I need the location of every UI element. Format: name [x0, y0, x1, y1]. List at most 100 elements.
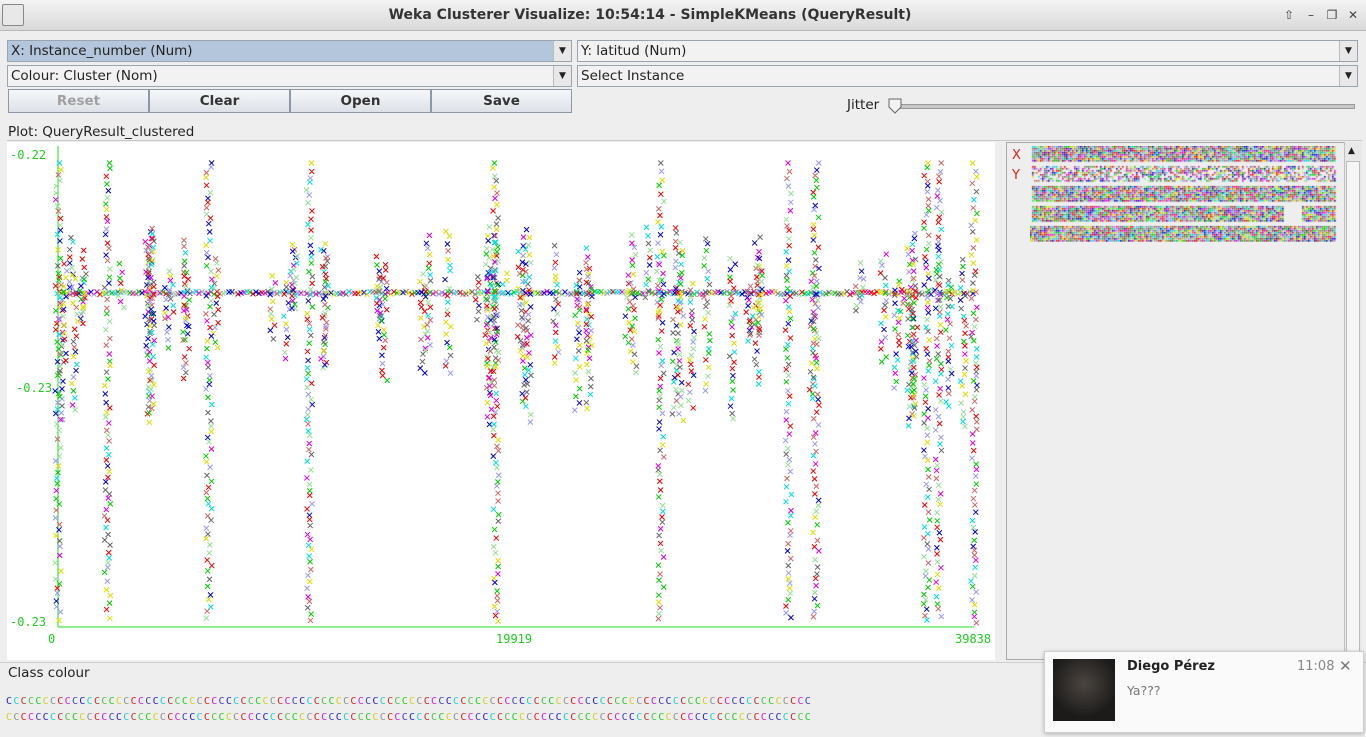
class-colour-swatch[interactable]: C: [197, 696, 204, 707]
class-colour-swatch[interactable]: C: [446, 696, 453, 707]
class-colour-swatch[interactable]: C: [394, 696, 401, 707]
class-colour-swatch[interactable]: C: [284, 712, 291, 723]
class-colour-swatch[interactable]: C: [424, 712, 431, 723]
class-colour-swatch[interactable]: C: [680, 696, 687, 707]
clear-button[interactable]: Clear: [149, 89, 290, 113]
chevron-down-icon[interactable]: ▼: [1339, 41, 1357, 61]
chevron-down-icon[interactable]: ▼: [553, 41, 571, 61]
class-colour-swatch[interactable]: C: [402, 712, 409, 723]
class-colour-swatch[interactable]: C: [402, 696, 409, 707]
class-colour-swatch[interactable]: C: [314, 696, 321, 707]
class-colour-swatch[interactable]: C: [702, 712, 709, 723]
class-colour-swatch[interactable]: C: [336, 712, 343, 723]
class-colour-swatch[interactable]: C: [219, 696, 226, 707]
colour-select[interactable]: Colour: Cluster (Nom) ▼: [7, 65, 572, 87]
class-colour-swatch[interactable]: C: [43, 712, 50, 723]
class-colour-swatch[interactable]: C: [490, 696, 497, 707]
scatter-plot[interactable]: -0.22 -0.23 -0.23 0 19919 39838: [7, 142, 995, 660]
class-colour-swatch[interactable]: C: [805, 696, 812, 707]
save-button[interactable]: Save: [431, 89, 572, 113]
class-colour-swatch[interactable]: C: [570, 696, 577, 707]
class-colour-swatch[interactable]: C: [336, 696, 343, 707]
class-colour-swatch[interactable]: C: [153, 696, 160, 707]
class-colour-swatch[interactable]: C: [490, 712, 497, 723]
class-colour-swatch[interactable]: C: [578, 696, 585, 707]
class-colour-swatch[interactable]: C: [189, 712, 196, 723]
chevron-down-icon[interactable]: ▼: [553, 66, 571, 86]
class-colour-swatch[interactable]: C: [446, 712, 453, 723]
class-colour-swatch[interactable]: C: [666, 712, 673, 723]
class-colour-swatch[interactable]: C: [197, 712, 204, 723]
up-arrow-icon[interactable]: ⇧: [1281, 7, 1297, 23]
chat-notification[interactable]: Diego Pérez 11:08 ✕ Ya???: [1044, 651, 1364, 733]
class-colour-swatch[interactable]: C: [241, 712, 248, 723]
class-colour-swatch[interactable]: C: [233, 712, 240, 723]
class-colour-swatch[interactable]: C: [644, 712, 651, 723]
class-colour-swatch[interactable]: C: [306, 712, 313, 723]
class-colour-swatch[interactable]: C: [512, 696, 519, 707]
attribute-bars[interactable]: [1030, 146, 1340, 242]
class-colour-swatch[interactable]: C: [358, 696, 365, 707]
class-colour-swatch[interactable]: C: [123, 712, 130, 723]
class-colour-swatch[interactable]: C: [570, 712, 577, 723]
class-colour-swatch[interactable]: C: [592, 696, 599, 707]
class-colour-swatch[interactable]: C: [504, 712, 511, 723]
class-colour-swatch[interactable]: C: [57, 712, 64, 723]
class-colour-swatch[interactable]: C: [548, 696, 555, 707]
class-colour-swatch[interactable]: C: [702, 696, 709, 707]
class-colour-swatch[interactable]: C: [731, 696, 738, 707]
class-colour-swatch[interactable]: C: [556, 712, 563, 723]
class-colour-swatch[interactable]: C: [614, 712, 621, 723]
minimize-icon[interactable]: –: [1303, 7, 1319, 23]
class-colour-legend-row[interactable]: CCCCCCCCCCCCCCCCCCCCCCCCCCCCCCCCCCCCCCCC…: [6, 696, 1046, 707]
jitter-slider-track[interactable]: [895, 104, 1355, 109]
class-colour-swatch[interactable]: C: [600, 696, 607, 707]
class-colour-swatch[interactable]: C: [636, 712, 643, 723]
chevron-down-icon[interactable]: ▼: [1339, 66, 1357, 86]
class-colour-swatch[interactable]: C: [13, 712, 20, 723]
class-colour-swatch[interactable]: C: [21, 712, 28, 723]
class-colour-swatch[interactable]: C: [219, 712, 226, 723]
class-colour-swatch[interactable]: C: [175, 696, 182, 707]
class-colour-swatch[interactable]: C: [350, 712, 357, 723]
side-panel-scrollbar[interactable]: ▲: [1344, 142, 1362, 660]
class-colour-swatch[interactable]: C: [775, 696, 782, 707]
class-colour-swatch[interactable]: C: [79, 712, 86, 723]
class-colour-swatch[interactable]: C: [797, 696, 804, 707]
class-colour-swatch[interactable]: C: [658, 712, 665, 723]
class-colour-swatch[interactable]: C: [43, 696, 50, 707]
class-colour-swatch[interactable]: C: [328, 696, 335, 707]
class-colour-swatch[interactable]: C: [504, 696, 511, 707]
class-colour-swatch[interactable]: C: [350, 696, 357, 707]
close-icon[interactable]: ✕: [1345, 7, 1361, 23]
class-colour-swatch[interactable]: C: [753, 712, 760, 723]
class-colour-swatch[interactable]: C: [548, 712, 555, 723]
class-colour-swatch[interactable]: C: [614, 696, 621, 707]
class-colour-swatch[interactable]: C: [358, 712, 365, 723]
class-colour-swatch[interactable]: C: [284, 696, 291, 707]
class-colour-swatch[interactable]: C: [512, 712, 519, 723]
class-colour-swatch[interactable]: C: [380, 712, 387, 723]
class-colour-swatch[interactable]: C: [753, 696, 760, 707]
class-colour-swatch[interactable]: C: [145, 696, 152, 707]
class-colour-swatch[interactable]: C: [460, 712, 467, 723]
class-colour-swatch[interactable]: C: [636, 696, 643, 707]
class-colour-swatch[interactable]: C: [534, 712, 541, 723]
class-colour-swatch[interactable]: C: [556, 696, 563, 707]
class-colour-swatch[interactable]: C: [666, 696, 673, 707]
class-colour-swatch[interactable]: C: [460, 696, 467, 707]
restore-icon[interactable]: ❐: [1324, 7, 1340, 23]
class-colour-swatch[interactable]: C: [65, 696, 72, 707]
scroll-up-icon[interactable]: ▲: [1348, 146, 1355, 156]
class-colour-swatch[interactable]: C: [145, 712, 152, 723]
class-colour-swatch[interactable]: C: [35, 712, 42, 723]
class-colour-swatch[interactable]: C: [131, 712, 138, 723]
class-colour-swatch[interactable]: C: [153, 712, 160, 723]
class-colour-swatch[interactable]: C: [101, 696, 108, 707]
open-button[interactable]: Open: [290, 89, 431, 113]
class-colour-swatch[interactable]: C: [710, 696, 717, 707]
class-colour-swatch[interactable]: C: [416, 712, 423, 723]
class-colour-swatch[interactable]: C: [372, 712, 379, 723]
class-colour-swatch[interactable]: C: [233, 696, 240, 707]
class-colour-swatch[interactable]: C: [438, 712, 445, 723]
